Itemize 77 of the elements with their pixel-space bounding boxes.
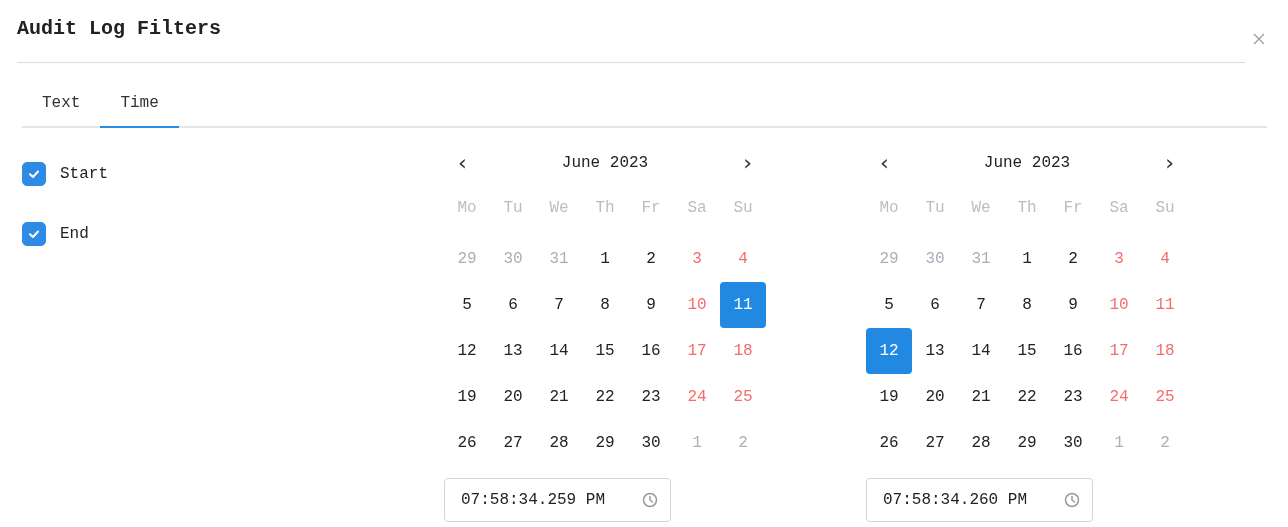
checkbox[interactable] (22, 222, 46, 246)
day-cell[interactable]: 26 (444, 420, 490, 466)
checkbox[interactable] (22, 162, 46, 186)
day-cell[interactable]: 23 (628, 374, 674, 420)
next-month-button[interactable]: › (739, 151, 756, 175)
clock-icon (642, 492, 658, 508)
weekday-label: We (548, 198, 570, 219)
day-cell[interactable]: 9 (1050, 282, 1096, 328)
day-cell[interactable]: 19 (444, 374, 490, 420)
day-cell[interactable]: 30 (1050, 420, 1096, 466)
day-cell[interactable]: 26 (866, 420, 912, 466)
day-cell[interactable]: 8 (1004, 282, 1050, 328)
dialog-title: Audit Log Filters (17, 16, 222, 40)
tab[interactable]: Time (100, 80, 179, 128)
day-cell[interactable]: 20 (912, 374, 958, 420)
day-cell[interactable]: 19 (866, 374, 912, 420)
day-cell[interactable]: 1 (582, 236, 628, 282)
month-label: June 2023 (561, 154, 649, 172)
day-cell[interactable]: 30 (628, 420, 674, 466)
day-cell[interactable]: 28 (958, 420, 1004, 466)
weekday-label: Th (594, 198, 616, 219)
day-cell[interactable]: 22 (582, 374, 628, 420)
weekday-label: Mo (456, 198, 478, 219)
day-cell[interactable]: 14 (536, 328, 582, 374)
weekday-label: We (970, 198, 992, 219)
day-cell[interactable]: 29 (582, 420, 628, 466)
weekday-label: Sa (686, 198, 708, 219)
time-field[interactable]: 07:58:34.259 PM (444, 478, 671, 522)
weekday-label: Sa (1108, 198, 1130, 219)
day-cell[interactable]: 20 (490, 374, 536, 420)
day-cell[interactable]: 27 (912, 420, 958, 466)
tab[interactable]: Text (22, 80, 101, 128)
weekday-label: Fr (1062, 198, 1084, 219)
day-cell[interactable]: 16 (1050, 328, 1096, 374)
weekday-label: Su (1154, 198, 1176, 219)
day-cell[interactable]: 1 (1004, 236, 1050, 282)
day-cell[interactable]: 13 (912, 328, 958, 374)
weekday-label: Mo (878, 198, 900, 219)
checkbox-label: End (60, 225, 89, 243)
day-cell[interactable]: 16 (628, 328, 674, 374)
day-cell[interactable]: 5 (444, 282, 490, 328)
day-cell[interactable]: 23 (1050, 374, 1096, 420)
day-cell[interactable]: 2 (1050, 236, 1096, 282)
previous-month-button[interactable]: ‹ (876, 151, 893, 175)
day-cell[interactable]: 6 (912, 282, 958, 328)
close-icon[interactable] (1252, 32, 1266, 46)
previous-month-button[interactable]: ‹ (454, 151, 471, 175)
clock-icon (1064, 492, 1080, 508)
day-cell[interactable]: 9 (628, 282, 674, 328)
day-cell[interactable]: 6 (490, 282, 536, 328)
day-cell[interactable]: 11 (720, 282, 766, 328)
day-cell[interactable]: 29 (1004, 420, 1050, 466)
day-cell[interactable]: 2 (628, 236, 674, 282)
day-cell[interactable]: 27 (490, 420, 536, 466)
day-cell[interactable]: 12 (866, 328, 912, 374)
checkbox-label: Start (60, 165, 108, 183)
month-label: June 2023 (983, 154, 1071, 172)
day-cell[interactable]: 7 (536, 282, 582, 328)
day-cell[interactable]: 7 (958, 282, 1004, 328)
weekday-label: Su (732, 198, 754, 219)
weekday-label: Th (1016, 198, 1038, 219)
day-cell[interactable]: 5 (866, 282, 912, 328)
time-field[interactable]: 07:58:34.260 PM (866, 478, 1093, 522)
day-cell[interactable]: 12 (444, 328, 490, 374)
day-cell[interactable]: 21 (536, 374, 582, 420)
day-cell[interactable]: 22 (1004, 374, 1050, 420)
day-cell[interactable]: 15 (582, 328, 628, 374)
weekday-label: Fr (640, 198, 662, 219)
day-cell[interactable]: 14 (958, 328, 1004, 374)
day-cell[interactable]: 28 (536, 420, 582, 466)
weekday-label: Tu (502, 198, 524, 219)
day-cell[interactable]: 15 (1004, 328, 1050, 374)
day-cell[interactable]: 8 (582, 282, 628, 328)
next-month-button[interactable]: › (1161, 151, 1178, 175)
day-cell[interactable]: 21 (958, 374, 1004, 420)
weekday-label: Tu (924, 198, 946, 219)
day-cell[interactable]: 13 (490, 328, 536, 374)
